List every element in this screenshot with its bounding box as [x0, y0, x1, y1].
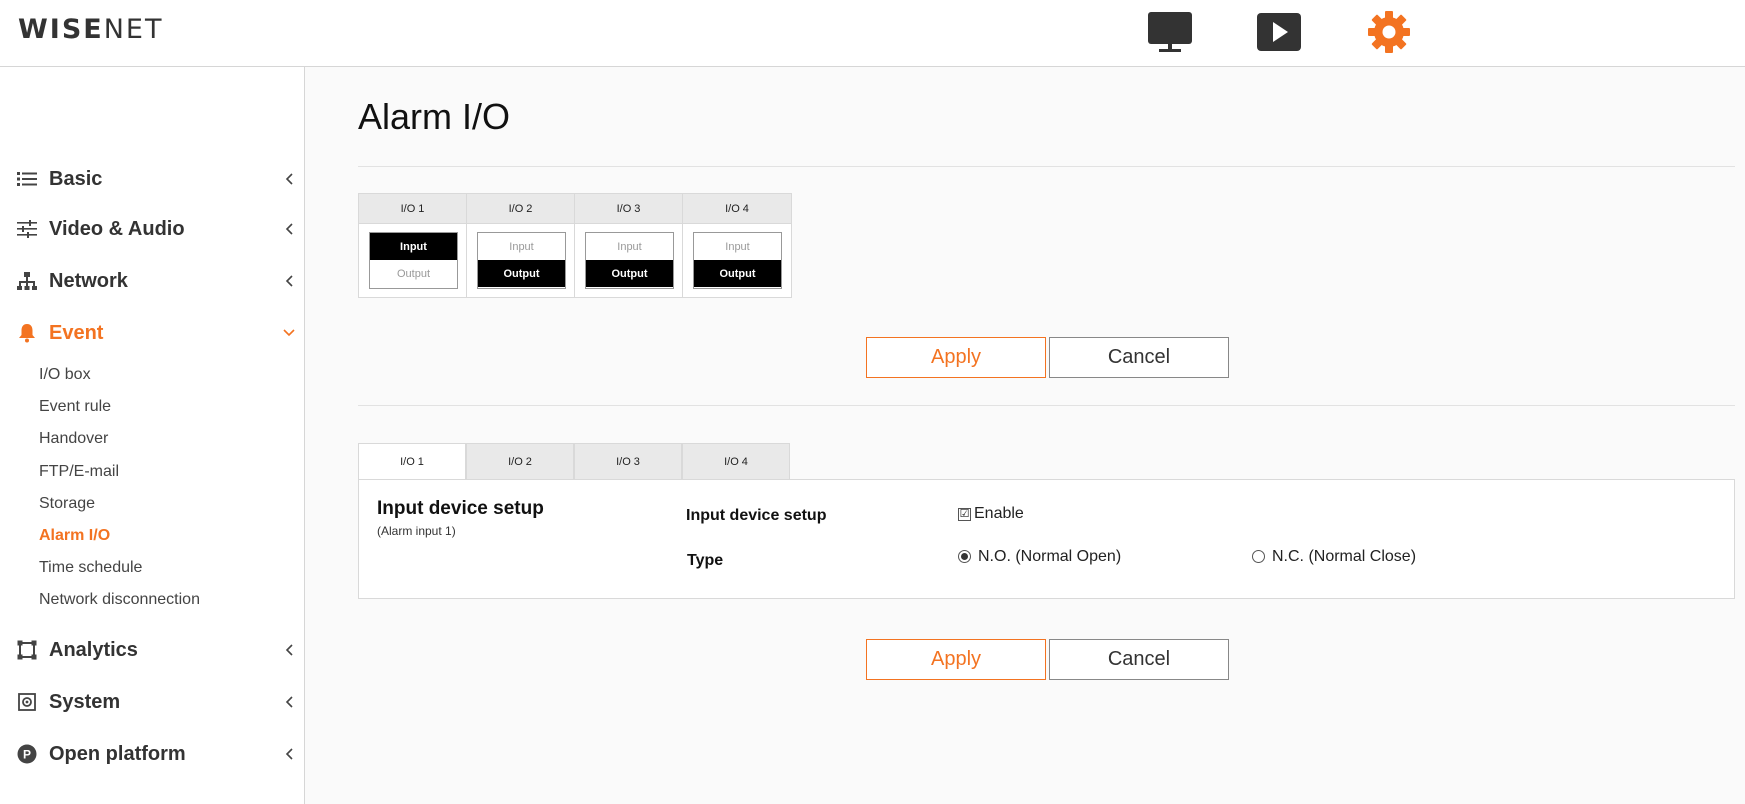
panel-subtitle: (Alarm input 1)	[377, 524, 456, 538]
sidebar-item-event[interactable]: Event	[0, 313, 305, 353]
io-column-header: I/O 3	[575, 194, 682, 224]
io-column: I/O 1 Input Output	[359, 194, 467, 297]
chevron-left-icon	[283, 748, 295, 760]
io-output-option[interactable]: Output	[586, 260, 673, 287]
sidebar-subitem-io-box[interactable]: I/O box	[39, 366, 91, 384]
chevron-left-icon	[283, 223, 295, 235]
chevron-left-icon	[283, 275, 295, 287]
tab-io-2[interactable]: I/O 2	[466, 443, 574, 480]
sidebar-item-open-platform[interactable]: P Open platform	[0, 734, 305, 774]
type-no-radio[interactable]	[958, 550, 971, 563]
cancel-button[interactable]: Cancel	[1049, 639, 1229, 680]
io-overview-table: I/O 1 Input Output I/O 2 Input Output I/…	[358, 193, 792, 298]
io-column: I/O 4 Input Output	[683, 194, 791, 297]
wisenet-logo: WISENET	[18, 14, 164, 45]
io-column: I/O 2 Input Output	[467, 194, 575, 297]
bell-icon	[17, 323, 37, 343]
input-setup-panel: Input device setup (Alarm input 1) Input…	[358, 479, 1735, 599]
svg-text:P: P	[23, 748, 31, 762]
chevron-down-icon	[283, 327, 295, 339]
sidebar: Basic Video & Audio Network Event I/O bo…	[0, 67, 305, 804]
sidebar-item-label: Network	[49, 269, 128, 292]
sidebar-subitem-ftp-email[interactable]: FTP/E-mail	[39, 463, 119, 481]
chevron-left-icon	[283, 173, 295, 185]
divider	[358, 166, 1735, 167]
gear-icon[interactable]	[1365, 10, 1413, 54]
sidebar-item-label: Video & Audio	[49, 217, 185, 240]
sidebar-item-label: Event	[49, 321, 104, 344]
cancel-button[interactable]: Cancel	[1049, 337, 1229, 378]
io-output-option[interactable]: Output	[478, 260, 565, 287]
io-mode-toggle: Input Output	[693, 232, 782, 289]
type-label: Type	[687, 552, 724, 569]
tab-io-3[interactable]: I/O 3	[574, 443, 682, 480]
sidebar-item-label: Open platform	[49, 742, 186, 765]
apply-button[interactable]: Apply	[866, 639, 1046, 680]
play-icon[interactable]	[1255, 10, 1303, 54]
sidebar-item-basic[interactable]: Basic	[0, 159, 305, 199]
crop-icon	[17, 640, 37, 660]
io-mode-toggle: Input Output	[585, 232, 674, 289]
io-input-option[interactable]: Input	[586, 233, 673, 260]
panel-title: Input device setup	[377, 498, 544, 519]
enable-label: Enable	[974, 505, 1024, 522]
chevron-left-icon	[283, 644, 295, 656]
system-icon	[17, 692, 37, 712]
sidebar-item-analytics[interactable]: Analytics	[0, 630, 305, 670]
sidebar-subitem-storage[interactable]: Storage	[39, 495, 95, 513]
chevron-left-icon	[283, 696, 295, 708]
io-output-option[interactable]: Output	[370, 260, 457, 287]
apply-button[interactable]: Apply	[866, 337, 1046, 378]
page-title: Alarm I/O	[358, 96, 511, 137]
sidebar-subitem-network-disconnection[interactable]: Network disconnection	[39, 591, 200, 609]
sliders-icon	[17, 219, 37, 239]
io-mode-toggle: Input Output	[369, 232, 458, 289]
io-output-option[interactable]: Output	[694, 260, 781, 287]
io-column-header: I/O 2	[467, 194, 574, 224]
network-icon	[17, 271, 37, 291]
sidebar-subitem-time-schedule[interactable]: Time schedule	[39, 559, 142, 577]
enable-checkbox[interactable]: ☑	[958, 508, 971, 521]
top-header: WISENET	[0, 0, 1745, 67]
sidebar-item-system[interactable]: System	[0, 682, 305, 722]
sidebar-subitem-alarm-io[interactable]: Alarm I/O	[39, 527, 110, 545]
sidebar-item-network[interactable]: Network	[0, 261, 305, 301]
io-input-option[interactable]: Input	[478, 233, 565, 260]
sidebar-item-label: Analytics	[49, 638, 138, 661]
io-input-option[interactable]: Input	[370, 233, 457, 260]
type-nc-label: N.C. (Normal Close)	[1272, 548, 1417, 565]
sidebar-subitem-event-rule[interactable]: Event rule	[39, 398, 111, 416]
io-column-header: I/O 1	[359, 194, 466, 224]
io-mode-toggle: Input Output	[477, 232, 566, 289]
io-column-header: I/O 4	[683, 194, 791, 224]
io-input-option[interactable]: Input	[694, 233, 781, 260]
sidebar-item-label: System	[49, 690, 121, 713]
divider	[358, 405, 1735, 406]
tab-io-4[interactable]: I/O 4	[682, 443, 790, 480]
io-column: I/O 3 Input Output	[575, 194, 683, 297]
monitor-icon[interactable]	[1146, 10, 1194, 54]
sidebar-subitem-handover[interactable]: Handover	[39, 430, 108, 448]
input-device-setup-label: Input device setup	[686, 507, 827, 524]
sidebar-item-label: Basic	[49, 167, 103, 190]
tab-io-1[interactable]: I/O 1	[358, 443, 466, 480]
list-icon	[17, 169, 37, 189]
sidebar-item-video-audio[interactable]: Video & Audio	[0, 209, 305, 249]
type-no-label: N.O. (Normal Open)	[978, 548, 1122, 565]
platform-icon: P	[17, 744, 37, 764]
type-nc-radio[interactable]	[1252, 550, 1265, 563]
